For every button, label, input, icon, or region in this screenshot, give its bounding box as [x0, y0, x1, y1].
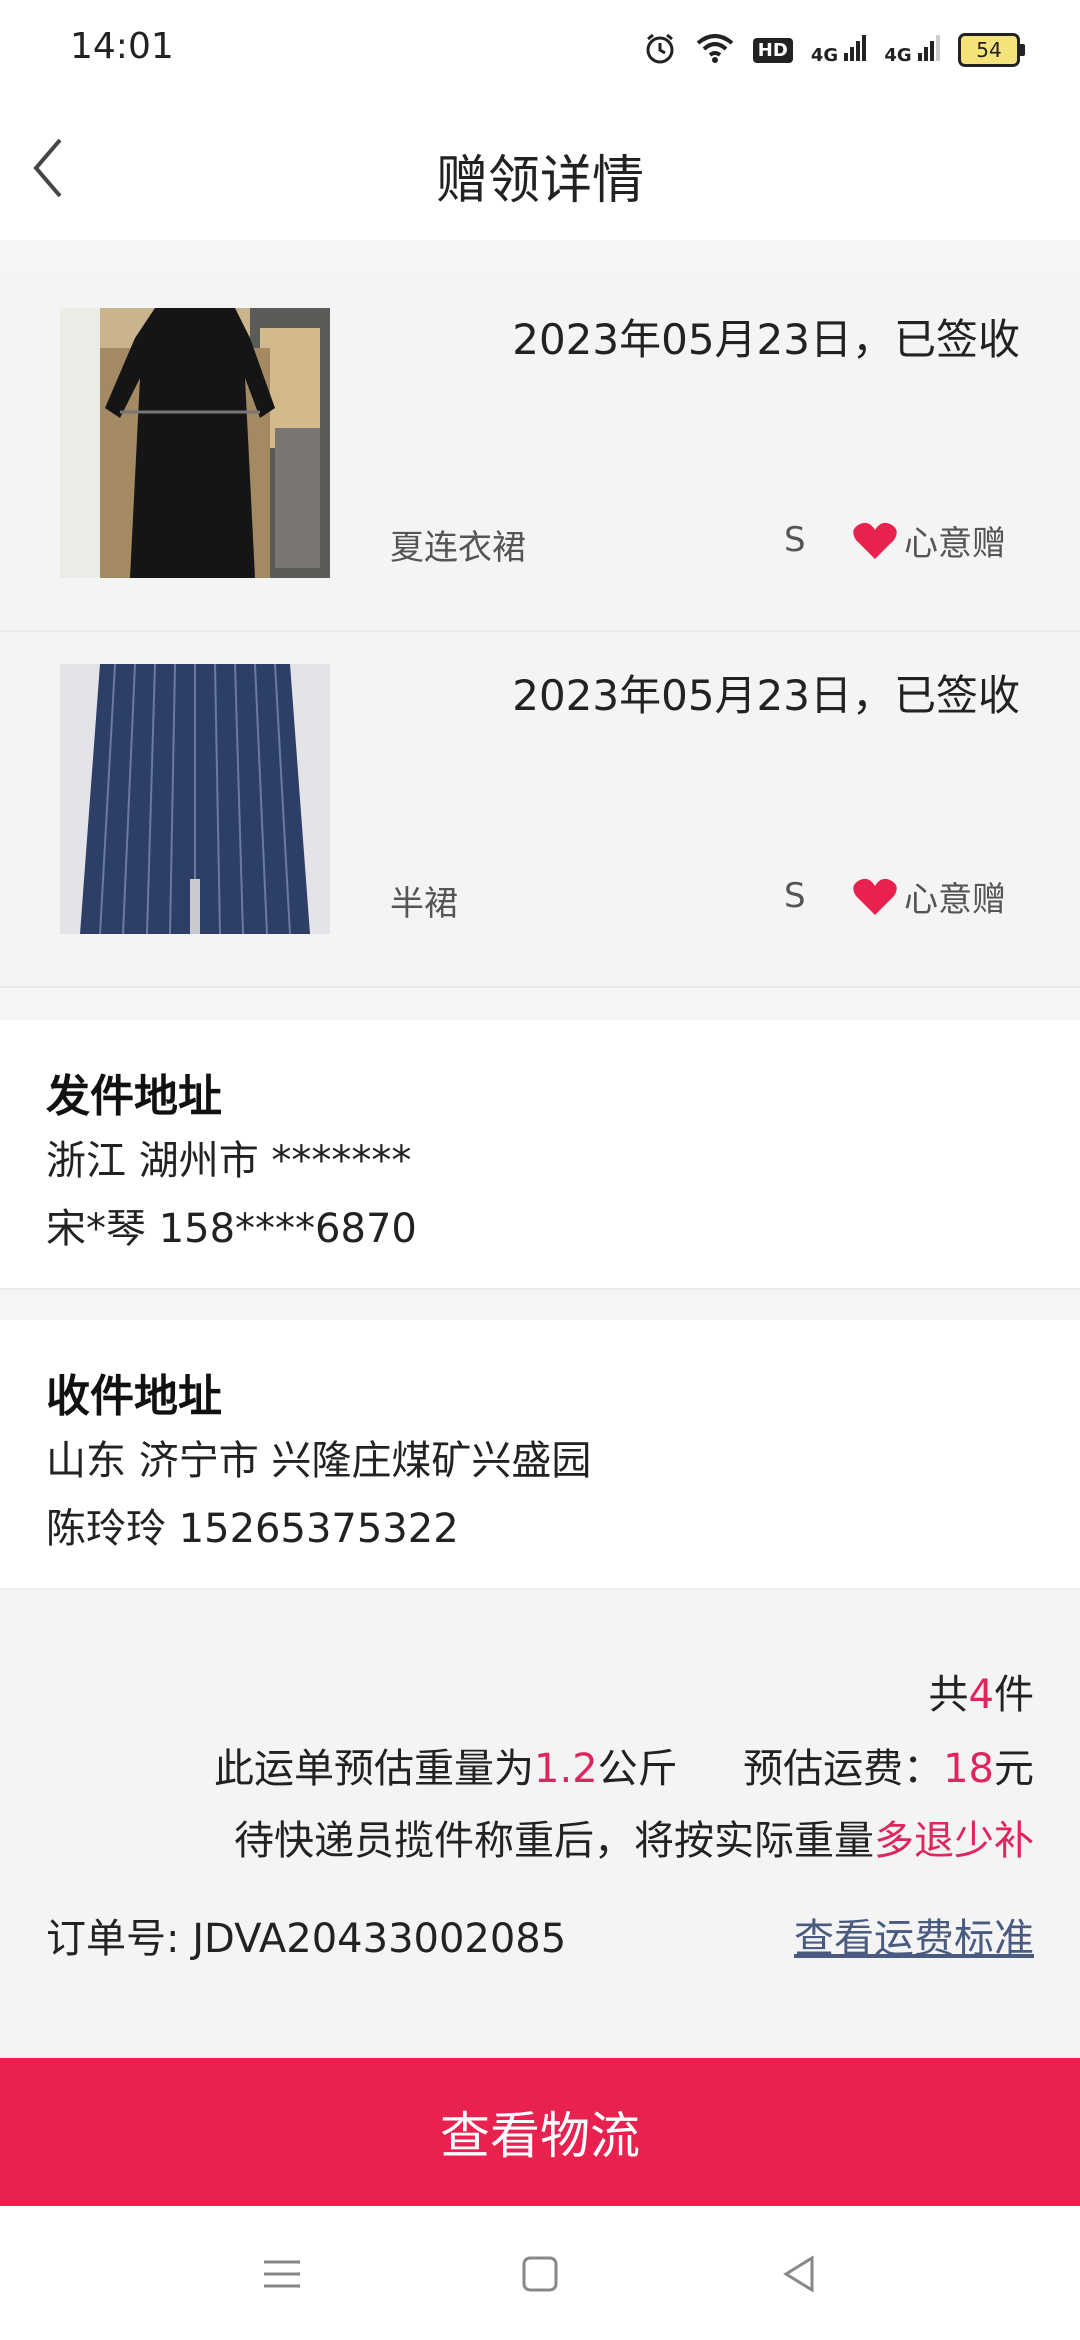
sender-address-card: 发件地址 浙江 湖州市 ******* 宋*琴 158****6870 [0, 1020, 1080, 1290]
item-thumbnail-dress [60, 308, 330, 578]
item-thumbnail-skirt [60, 664, 330, 934]
weight-note-text: 待快递员揽件称重后，将按实际重量 [234, 1818, 874, 1864]
status-icons: HD 4G 4G 54 [643, 28, 1025, 72]
wifi-icon [695, 32, 735, 68]
menu-icon [264, 2260, 300, 2288]
alarm-icon [643, 31, 677, 69]
page-title: 赠领详情 [435, 151, 644, 211]
item-count-prefix: 共 [928, 1672, 969, 1718]
signal-icon: 4G [884, 34, 940, 66]
weight-value: 1.2 [534, 1746, 598, 1792]
signal-label: 4G [884, 44, 912, 66]
sender-contact: 宋*琴 158****6870 [46, 1206, 417, 1252]
item-date-status: 2023年05月23日，已签收 [512, 671, 1020, 720]
battery-icon: 54 [958, 33, 1025, 67]
view-logistics-button[interactable]: 查看物流 [0, 2058, 1080, 2206]
list-item[interactable]: 2023年05月23日，已签收 半裙 S 心意赠 [0, 632, 1080, 988]
divider [0, 988, 1080, 1020]
weight-note-highlight: 多退少补 [874, 1818, 1034, 1864]
order-number: 订单号: JDVA20433002085 [46, 1906, 566, 1964]
home-button[interactable] [510, 2244, 570, 2304]
receiver-contact: 陈玲玲 15265375322 [46, 1506, 459, 1552]
receiver-address-title: 收件地址 [46, 1371, 222, 1422]
fee-value: 18 [943, 1746, 994, 1792]
gift-tag-label: 心意赠 [904, 880, 1006, 920]
fee-standard-link[interactable]: 查看运费标准 [794, 1906, 1034, 1964]
status-bar: 14:01 HD 4G 4G 54 [0, 0, 1080, 96]
fee-unit: 元 [994, 1746, 1034, 1792]
shipping-summary: 共4件 此运单预估重量为1.2公斤 预估运费：18元 待快递员揽件称重后，将按实… [0, 1590, 1080, 2058]
divider [0, 1290, 1080, 1320]
heart-icon [853, 522, 897, 559]
divider [0, 240, 1080, 278]
system-navigation-bar [0, 2206, 1080, 2340]
home-square-icon [522, 2256, 558, 2292]
gift-tag: 心意赠 [852, 516, 1006, 565]
item-date-status: 2023年05月23日，已签收 [512, 315, 1020, 364]
system-back-button[interactable] [770, 2244, 830, 2304]
receiver-address: 山东 济宁市 兴隆庄煤矿兴盛园 [46, 1438, 592, 1484]
item-name: 半裙 [390, 884, 458, 924]
sender-address-title: 发件地址 [46, 1071, 222, 1122]
weight-fee-line: 此运单预估重量为1.2公斤 预估运费：18元 [214, 1736, 1034, 1794]
gift-tag-label: 心意赠 [904, 524, 1006, 564]
item-count-suffix: 件 [994, 1672, 1034, 1718]
gift-tag: 心意赠 [852, 872, 1006, 921]
hd-badge: HD [752, 37, 793, 63]
receiver-address-card: 收件地址 山东 济宁市 兴隆庄煤矿兴盛园 陈玲玲 15265375322 [0, 1320, 1080, 1590]
weight-prefix: 此运单预估重量为 [214, 1746, 535, 1792]
order-number-value: JDVA20433002085 [192, 1916, 567, 1962]
back-triangle-icon [783, 2255, 814, 2293]
heart-icon [853, 878, 897, 915]
battery-level: 54 [976, 38, 1002, 62]
item-count: 共4件 [929, 1662, 1034, 1720]
item-name: 夏连衣裙 [390, 528, 526, 568]
sender-address: 浙江 湖州市 ******* [46, 1138, 412, 1184]
item-size: S [784, 520, 806, 560]
fee-prefix: 预估运费： [743, 1746, 944, 1792]
menu-button[interactable] [252, 2244, 312, 2304]
order-label: 订单号: [46, 1916, 180, 1962]
signal-label: 4G [810, 44, 839, 66]
weight-note: 待快递员揽件称重后，将按实际重量多退少补 [234, 1808, 1034, 1866]
signal-icon: 4G [810, 34, 867, 66]
status-time: 14:01 [70, 26, 174, 67]
item-size: S [784, 876, 806, 916]
item-count-value: 4 [968, 1672, 994, 1718]
header: 赠领详情 [0, 96, 1080, 240]
weight-unit: 公斤 [597, 1746, 678, 1792]
list-item[interactable]: 2023年05月23日，已签收 夏连衣裙 S 心意赠 [0, 276, 1080, 632]
